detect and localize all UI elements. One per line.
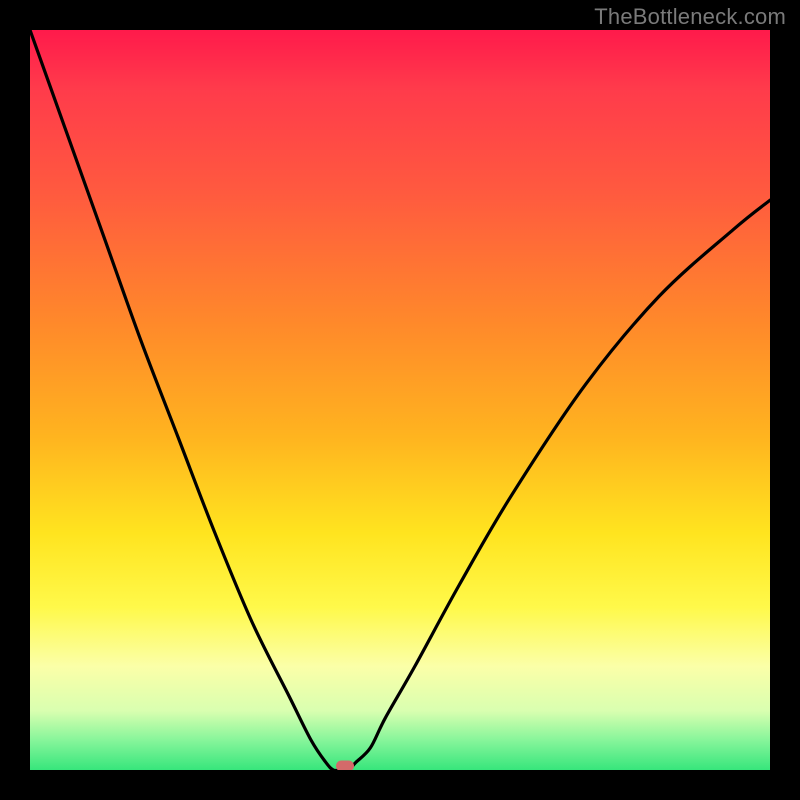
chart-frame: TheBottleneck.com bbox=[0, 0, 800, 800]
plot-area bbox=[30, 30, 770, 770]
bottleneck-curve bbox=[30, 30, 770, 770]
watermark-text: TheBottleneck.com bbox=[594, 4, 786, 30]
minimum-marker bbox=[336, 761, 354, 770]
